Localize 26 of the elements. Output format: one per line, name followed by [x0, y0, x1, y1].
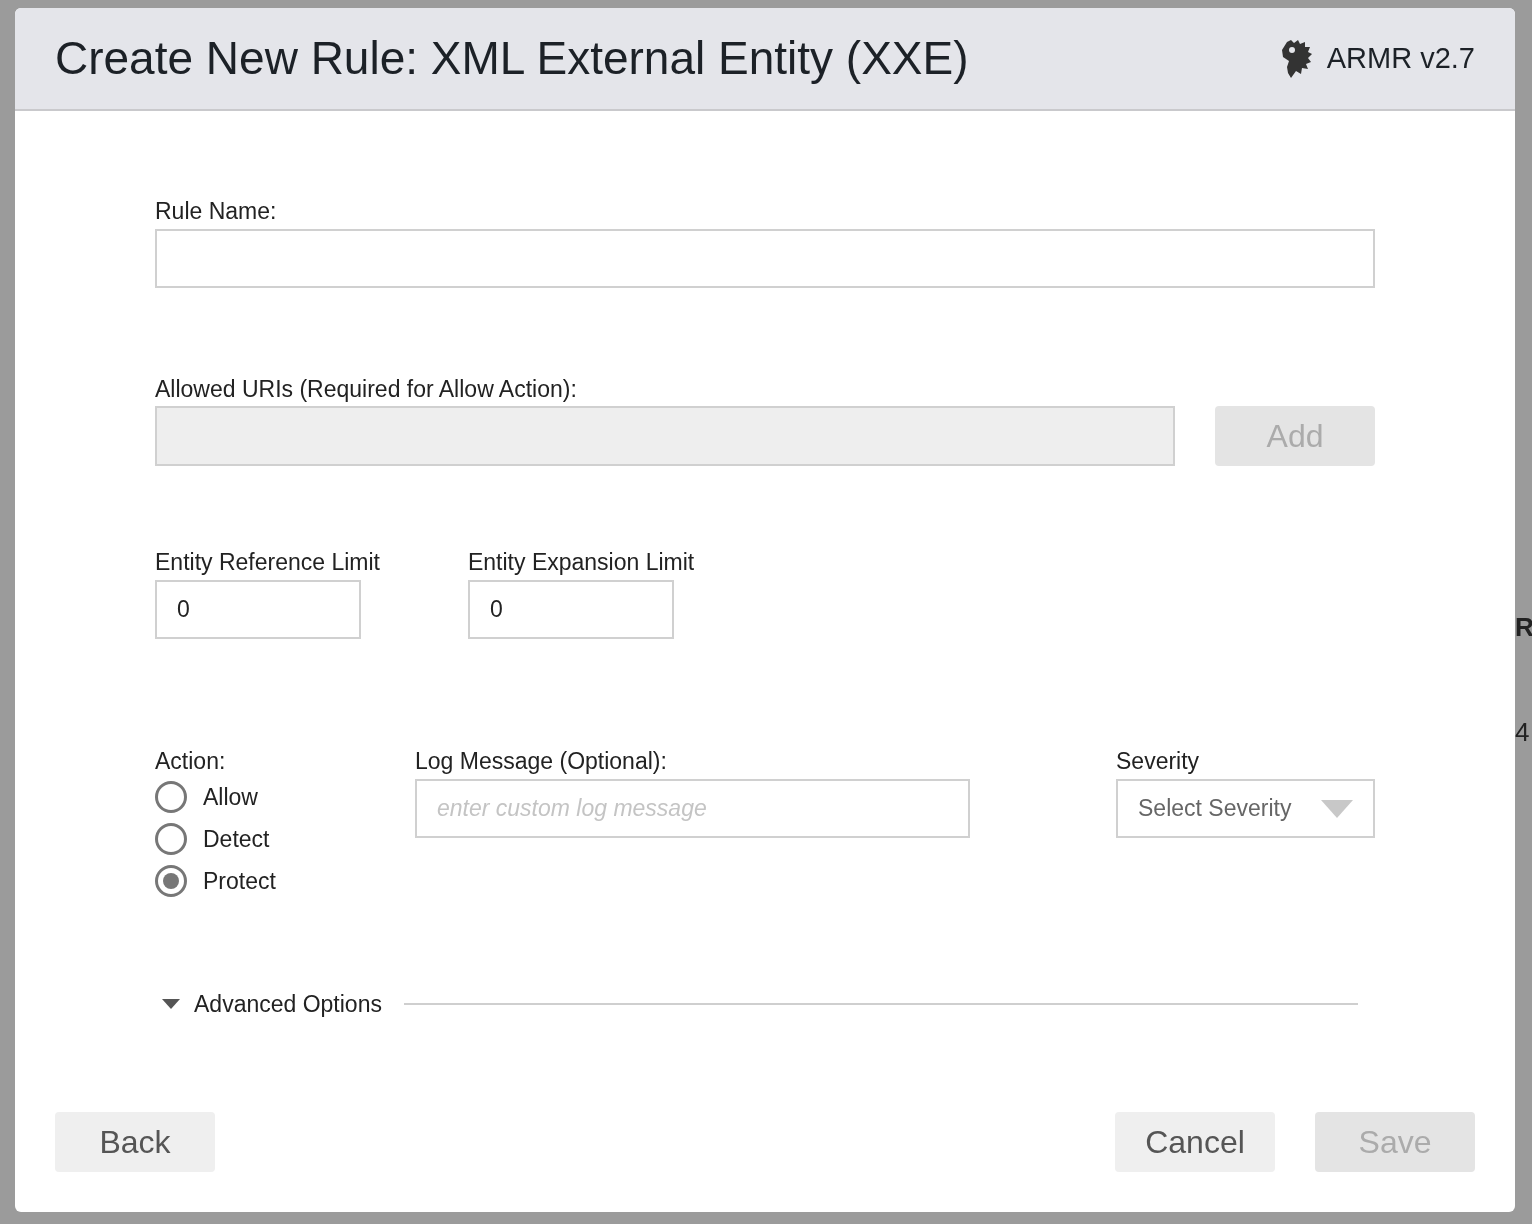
advanced-options-toggle[interactable]: Advanced Options: [155, 987, 382, 1022]
background-text: 4: [1515, 717, 1530, 747]
field-label: Entity Reference Limit: [155, 548, 380, 576]
rule-name-field[interactable]: [155, 229, 1375, 288]
cancel-button[interactable]: Cancel: [1115, 1112, 1275, 1172]
field-label: Severity: [1116, 747, 1201, 775]
version-label: ARMR v2.7: [1326, 40, 1475, 76]
field-label: Action:: [155, 747, 227, 775]
radio-option[interactable]: Detect: [155, 823, 415, 855]
field-label: Entity Expansion Limit: [468, 548, 695, 576]
radio-option[interactable]: Allow: [155, 781, 415, 813]
dialog-title: Create New Rule: XML External Entity (XXE): [55, 31, 969, 86]
field-label: Rule Name:: [155, 197, 278, 225]
dropdown-triangle-icon: [1321, 799, 1353, 818]
radio-button[interactable]: [155, 865, 187, 897]
caret-icon: [162, 999, 180, 1010]
log-message-field[interactable]: enter custom log message: [415, 779, 970, 838]
limit-field[interactable]: 0: [468, 580, 674, 639]
radio-button[interactable]: [155, 781, 187, 813]
field-label: Log Message (Optional):: [415, 747, 668, 775]
limit-field[interactable]: 0: [155, 580, 361, 639]
severity-select[interactable]: Select Severity: [1116, 779, 1375, 838]
radio-button[interactable]: [155, 823, 187, 855]
field-label: Allowed URIs (Required for Allow Action):: [155, 375, 578, 403]
back-button[interactable]: Back: [55, 1112, 215, 1172]
radio-option[interactable]: Protect: [155, 865, 415, 897]
